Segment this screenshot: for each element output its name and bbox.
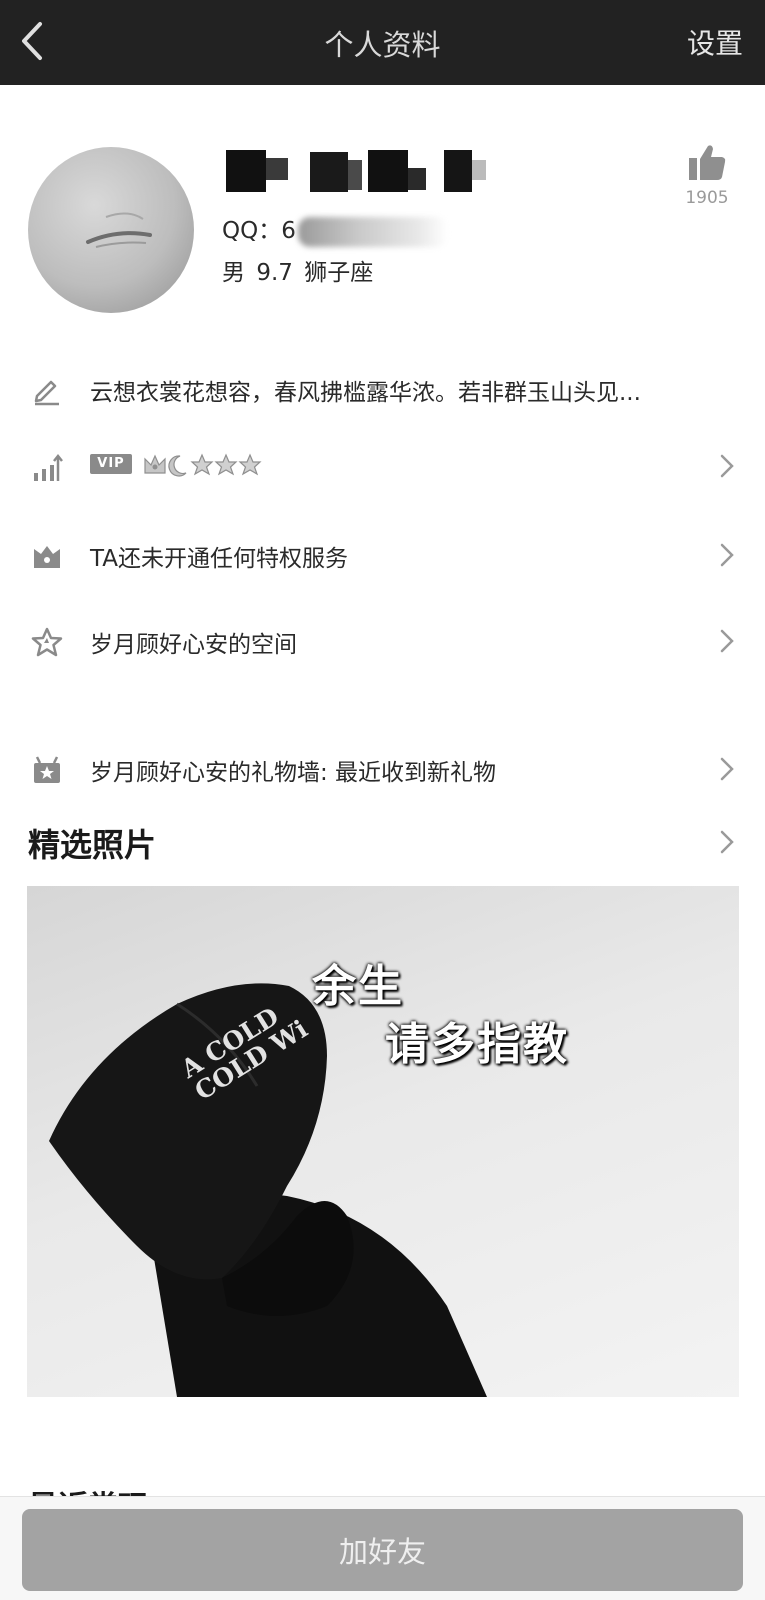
pencil-icon (34, 380, 59, 406)
qq-label: QQ：6 (222, 218, 296, 244)
basic-info-row: 男 9.7 狮子座 (222, 253, 373, 287)
photo-caption-line2: 请多指教 (385, 1019, 569, 1070)
space-text: 岁月顾好心安的空间 (90, 632, 297, 658)
featured-photos-title[interactable]: 精选照片 (28, 820, 156, 866)
qq-number-blurred (297, 216, 448, 247)
gift-wall-text: 岁月顾好心安的礼物墙: 最近收到新礼物 (90, 760, 497, 786)
top-nav-bar: 个人资料 设置 (0, 0, 765, 85)
add-friend-button[interactable]: 加好友 (22, 1509, 743, 1591)
moon-icon (168, 455, 187, 477)
bottom-action-bar: 加好友 (0, 1496, 765, 1600)
nickname-blurred (226, 150, 486, 192)
featured-photo[interactable]: A COLD COLD Wi 余生 请多指教 (27, 886, 739, 1397)
signature-text: 云想衣裳花想容，春风拂槛露华浓。若非群玉山头见... (90, 380, 641, 406)
star-icon (214, 453, 238, 476)
star-outline-icon (31, 627, 63, 657)
star-icon (190, 453, 214, 476)
level-chart-icon (34, 453, 63, 481)
qq-number-row: QQ：6 (222, 211, 448, 247)
signature-row[interactable]: 云想衣裳花想容，春风拂槛露华浓。若非群玉山头见... (0, 359, 765, 419)
chevron-right-icon (720, 629, 734, 653)
chevron-right-icon[interactable] (719, 828, 735, 856)
avatar[interactable] (28, 147, 194, 313)
chevron-right-icon (720, 757, 734, 781)
vip-badge: VIP (90, 454, 132, 474)
privilege-row[interactable]: TA还未开通任何特权服务 (0, 525, 765, 585)
like-count: 1905 (685, 188, 729, 208)
star-icon (238, 453, 262, 476)
zodiac-text: 狮子座 (304, 260, 374, 286)
like-button[interactable]: 1905 (677, 142, 737, 208)
privilege-text: TA还未开通任何特权服务 (90, 546, 348, 572)
settings-button[interactable]: 设置 (687, 22, 743, 62)
chevron-right-icon (720, 543, 734, 567)
crown-box-icon (34, 546, 60, 568)
chevron-right-icon (720, 454, 734, 478)
gender-text: 男 (222, 260, 245, 286)
photo-caption-line1: 余生 (312, 961, 404, 1012)
thumbs-up-icon (689, 145, 726, 180)
vip-level-icons (144, 453, 262, 477)
qzone-space-row[interactable]: 岁月顾好心安的空间 (0, 611, 765, 671)
age-text: 9.7 (256, 260, 293, 286)
page-title: 个人资料 (324, 28, 441, 62)
gift-icon (34, 756, 60, 783)
crown-icon (144, 454, 166, 474)
gift-wall-row[interactable]: 岁月顾好心安的礼物墙: 最近收到新礼物 (0, 739, 765, 799)
vip-level-row[interactable]: VIP (0, 436, 765, 496)
